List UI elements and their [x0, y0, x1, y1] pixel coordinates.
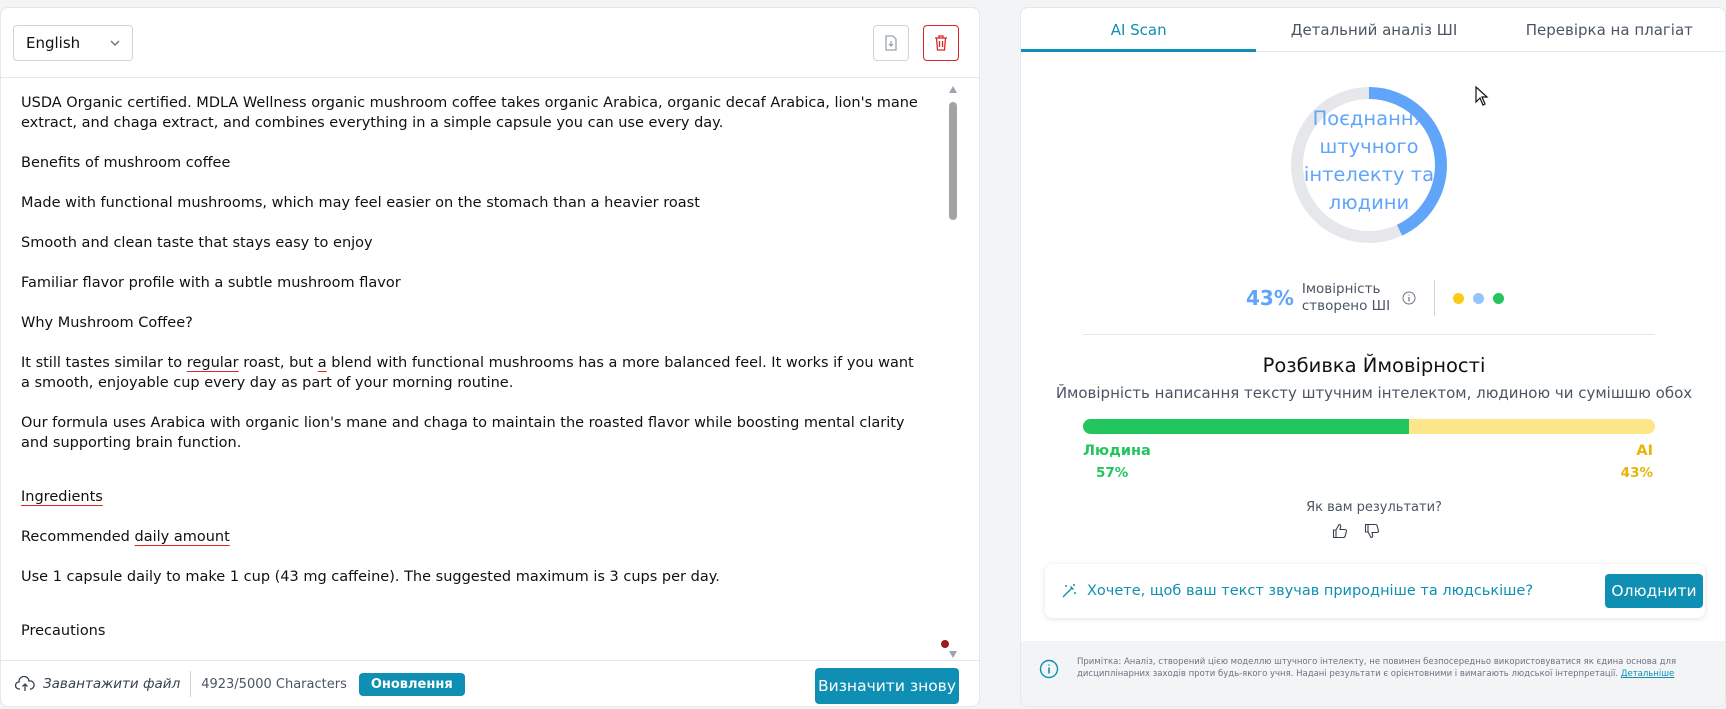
scroll-up-arrow-icon[interactable]	[949, 86, 957, 93]
paragraph: Benefits of mushroom coffee	[21, 155, 231, 171]
delete-button[interactable]	[923, 25, 959, 61]
ai-probability-donut: Поєднання штучного інтелекту та людини	[1287, 83, 1451, 247]
cloud-upload-icon	[15, 676, 35, 691]
paragraph: Made with functional mushrooms, which ma…	[21, 195, 700, 211]
tab-detailed-analysis[interactable]: Детальний аналіз ШІ	[1256, 8, 1491, 51]
feedback-buttons	[1332, 523, 1380, 539]
breakdown-title: Розбивка Ймовірності	[1262, 354, 1486, 377]
paragraph: Familiar flavor profile with a subtle mu…	[21, 275, 401, 291]
text-input-area[interactable]: USDA Organic certified. MDLA Wellness or…	[21, 93, 921, 653]
ai-percent-bar: 43%	[1620, 465, 1653, 481]
ai-percent: 43%	[1246, 286, 1294, 310]
results-tabs: AI Scan Детальний аналіз ШІ Перевірка на…	[1021, 8, 1725, 52]
paragraph: Ingredients	[21, 487, 921, 507]
details-link[interactable]: Детальніше	[1621, 669, 1674, 679]
paragraph: Recommended daily amount	[21, 529, 230, 545]
humanize-prompt: Хочете, щоб ваш текст звучав природніше …	[1087, 583, 1534, 599]
summary-separator	[1434, 280, 1436, 316]
thumbs-down-icon[interactable]	[1364, 523, 1380, 539]
human-percent: 57%	[1096, 465, 1129, 481]
results-panel: AI Scan Детальний аналіз ШІ Перевірка на…	[1020, 7, 1726, 707]
scrollbar-thumb[interactable]	[949, 102, 957, 220]
probability-bar	[1083, 419, 1655, 434]
tab-ai-scan[interactable]: AI Scan	[1021, 8, 1257, 52]
scrollbar[interactable]	[947, 86, 959, 658]
paragraph: Use 1 capsule daily to make 1 cup (43 mg…	[21, 569, 720, 585]
download-button[interactable]	[873, 25, 909, 61]
upgrade-button[interactable]: Оновлення	[358, 672, 465, 696]
info-icon[interactable]	[1402, 291, 1416, 305]
recheck-button[interactable]: Визначити знову	[815, 668, 959, 704]
disclaimer-note: Примітка: Аналіз, створений цією моделлю…	[1021, 641, 1725, 706]
info-icon	[1039, 659, 1059, 679]
legend-dot-blue	[1473, 292, 1485, 304]
upload-file-label: Завантажити файл	[43, 676, 181, 692]
editor-panel: English USDA Organic certified. MDLA Wel…	[0, 7, 980, 707]
trash-icon	[935, 35, 947, 51]
paragraph: USDA Organic certified. MDLA Wellness or…	[21, 95, 918, 131]
breakdown-subtitle: Ймовірність написання тексту штучним інт…	[1055, 384, 1693, 402]
flagged-word[interactable]: Ingredients	[21, 489, 103, 505]
donut-label: Поєднання штучного інтелекту та людини	[1303, 107, 1435, 214]
humanize-button[interactable]: Олюднити	[1605, 574, 1703, 608]
paragraph: Why Mushroom Coffee?	[21, 315, 193, 331]
file-download-icon	[885, 35, 897, 51]
editor-footer: Завантажити файл 4923/5000 Characters Он…	[1, 660, 979, 707]
flagged-word[interactable]: daily amount	[135, 529, 230, 545]
language-select[interactable]: English	[13, 25, 133, 61]
chevron-down-icon	[110, 40, 120, 46]
footer-separator	[190, 671, 192, 697]
human-label: Людина	[1083, 443, 1151, 459]
error-indicator	[941, 640, 949, 648]
character-count: 4923/5000 Characters	[201, 676, 347, 692]
tab-plagiarism-check[interactable]: Перевірка на плагіат	[1492, 8, 1725, 51]
disclaimer-text: Примітка: Аналіз, створений цією моделлю…	[1077, 657, 1677, 679]
paragraph: Smooth and clean taste that stays easy t…	[21, 235, 373, 251]
legend-dot-green	[1493, 292, 1505, 304]
language-select-value: English	[26, 34, 81, 52]
mouse-cursor-icon	[1475, 86, 1489, 106]
humanize-banner: Хочете, щоб ваш текст звучав природніше …	[1045, 564, 1705, 618]
feedback-question: Як вам результати?	[1306, 500, 1442, 515]
ai-probability-label: Імовірність створено ШІ	[1301, 281, 1391, 314]
paragraph: Precautions	[21, 623, 106, 639]
toolbar-divider	[1, 77, 979, 78]
probability-bar-ai	[1409, 419, 1655, 434]
ai-label: AI	[1636, 443, 1653, 459]
ai-probability-summary: 43% Імовірність створено ШІ	[1246, 278, 1546, 318]
paragraph: Our formula uses Arabica with organic li…	[21, 415, 905, 451]
flagged-word[interactable]: regular	[187, 355, 239, 371]
magic-wand-icon	[1062, 584, 1076, 598]
flagged-word[interactable]: a	[318, 355, 327, 371]
section-divider	[1083, 334, 1655, 335]
upload-file-button[interactable]: Завантажити файл	[15, 676, 180, 692]
probability-bar-human	[1083, 419, 1410, 434]
legend-dot-yellow	[1453, 292, 1465, 304]
thumbs-up-icon[interactable]	[1332, 523, 1348, 539]
scroll-down-arrow-icon[interactable]	[949, 651, 957, 658]
paragraph: It still tastes similar to regular roast…	[21, 355, 914, 391]
